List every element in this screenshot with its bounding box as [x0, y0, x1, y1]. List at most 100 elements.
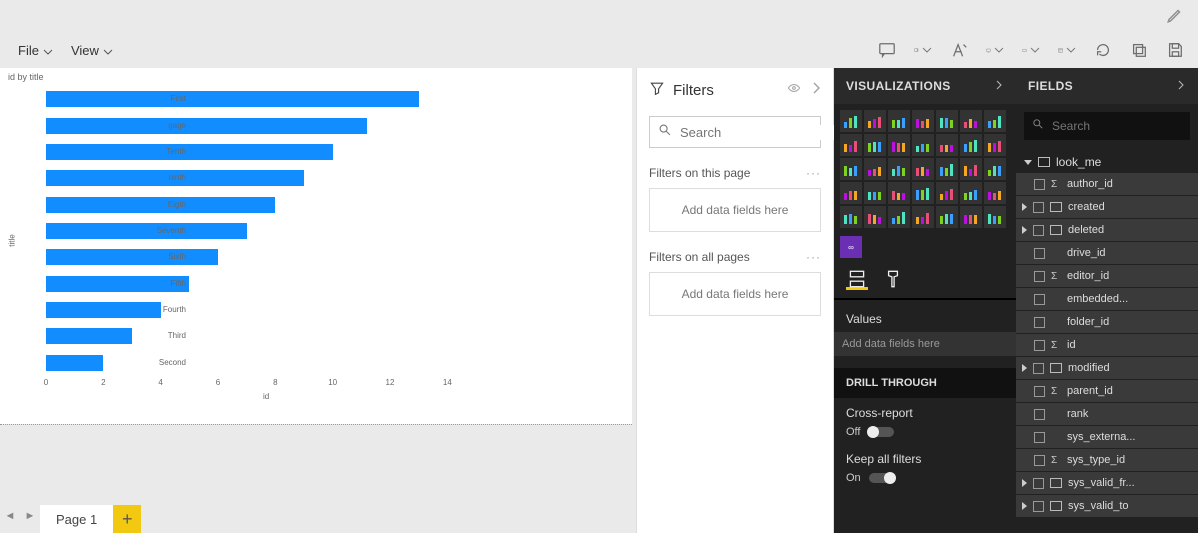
- viz-type-icon[interactable]: [960, 158, 982, 180]
- viz-type-icon[interactable]: [936, 134, 958, 156]
- viz-type-icon[interactable]: [960, 110, 982, 132]
- page-next[interactable]: ►: [20, 499, 40, 533]
- field-item[interactable]: folder_id: [1016, 311, 1198, 333]
- viz-type-icon[interactable]: [984, 182, 1006, 204]
- checkbox[interactable]: [1034, 386, 1045, 397]
- field-item[interactable]: embedded...: [1016, 288, 1198, 310]
- checkbox[interactable]: [1034, 317, 1045, 328]
- field-item[interactable]: Σsys_type_id: [1016, 449, 1198, 471]
- viz-type-icon[interactable]: [984, 158, 1006, 180]
- edit-icon[interactable]: [1166, 6, 1184, 24]
- viz-type-icon[interactable]: [936, 182, 958, 204]
- viz-type-icon[interactable]: [888, 134, 910, 156]
- field-item[interactable]: Σauthor_id: [1016, 173, 1198, 195]
- field-item[interactable]: created: [1016, 196, 1198, 218]
- viz-type-icon[interactable]: [840, 134, 862, 156]
- fields-header[interactable]: FIELDS: [1016, 68, 1198, 104]
- table-node[interactable]: look_me: [1024, 152, 1190, 172]
- fields-search[interactable]: [1024, 112, 1190, 140]
- menu-view[interactable]: View: [65, 39, 119, 62]
- viz-type-icon[interactable]: [960, 134, 982, 156]
- view-icon[interactable]: [986, 41, 1004, 59]
- viz-type-icon[interactable]: [864, 134, 886, 156]
- viz-type-icon[interactable]: [984, 206, 1006, 228]
- checkbox[interactable]: [1034, 271, 1045, 282]
- field-item[interactable]: Σparent_id: [1016, 380, 1198, 402]
- bar[interactable]: [46, 249, 218, 265]
- checkbox[interactable]: [1034, 248, 1045, 259]
- cross-report-toggle[interactable]: [868, 427, 894, 437]
- checkbox[interactable]: [1034, 179, 1045, 190]
- viz-python-icon[interactable]: ∞: [840, 236, 862, 258]
- field-item[interactable]: Σid: [1016, 334, 1198, 356]
- more-icon[interactable]: ···: [806, 166, 821, 180]
- checkbox[interactable]: [1033, 225, 1044, 236]
- viz-type-icon[interactable]: [840, 158, 862, 180]
- viz-type-icon[interactable]: [912, 206, 934, 228]
- viz-type-icon[interactable]: [864, 158, 886, 180]
- bookmark-icon[interactable]: [914, 41, 932, 59]
- field-item[interactable]: sys_valid_fr...: [1016, 472, 1198, 494]
- save-icon[interactable]: [1166, 41, 1184, 59]
- viz-type-icon[interactable]: [912, 134, 934, 156]
- bar[interactable]: [46, 355, 103, 371]
- bar-chart[interactable]: id title FirstgageTenthninthEigthSeventh…: [8, 86, 618, 401]
- field-item[interactable]: sys_valid_to: [1016, 495, 1198, 517]
- checkbox[interactable]: [1033, 478, 1044, 489]
- button-icon[interactable]: [1022, 41, 1040, 59]
- duplicate-icon[interactable]: [1130, 41, 1148, 59]
- fields-tab[interactable]: [846, 268, 868, 290]
- field-item[interactable]: modified: [1016, 357, 1198, 379]
- fields-search-input[interactable]: [1052, 119, 1198, 133]
- bar[interactable]: [46, 223, 247, 239]
- viz-type-icon[interactable]: [936, 110, 958, 132]
- text-icon[interactable]: [950, 41, 968, 59]
- viz-type-icon[interactable]: [912, 182, 934, 204]
- viz-type-icon[interactable]: [984, 134, 1006, 156]
- checkbox[interactable]: [1034, 340, 1045, 351]
- add-page-button[interactable]: +: [113, 505, 141, 533]
- field-item[interactable]: Σeditor_id: [1016, 265, 1198, 287]
- checkbox[interactable]: [1034, 455, 1045, 466]
- bar[interactable]: [46, 91, 419, 107]
- field-item[interactable]: drive_id: [1016, 242, 1198, 264]
- viz-type-icon[interactable]: [888, 206, 910, 228]
- checkbox[interactable]: [1034, 409, 1045, 420]
- viz-type-icon[interactable]: [864, 206, 886, 228]
- field-item[interactable]: deleted: [1016, 219, 1198, 241]
- checkbox[interactable]: [1034, 432, 1045, 443]
- viz-type-icon[interactable]: [936, 158, 958, 180]
- refresh-icon[interactable]: [1094, 41, 1112, 59]
- viz-type-icon[interactable]: [936, 206, 958, 228]
- viz-type-icon[interactable]: [840, 182, 862, 204]
- comment-icon[interactable]: [878, 41, 896, 59]
- filters-on-all-drop[interactable]: Add data fields here: [649, 272, 821, 316]
- report-canvas[interactable]: id by title id title FirstgageTenthninth…: [0, 68, 632, 424]
- viz-type-icon[interactable]: [840, 206, 862, 228]
- eye-icon[interactable]: [787, 81, 801, 99]
- viz-type-icon[interactable]: [984, 110, 1006, 132]
- filters-search-input[interactable]: [680, 125, 856, 140]
- checkbox[interactable]: [1034, 294, 1045, 305]
- values-well-drop[interactable]: Add data fields here: [834, 332, 1016, 356]
- filters-search[interactable]: [649, 116, 821, 148]
- bar[interactable]: [46, 302, 161, 318]
- filters-on-page-drop[interactable]: Add data fields here: [649, 188, 821, 232]
- field-item[interactable]: sys_externa...: [1016, 426, 1198, 448]
- checkbox[interactable]: [1033, 363, 1044, 374]
- viz-type-icon[interactable]: [912, 158, 934, 180]
- more-icon[interactable]: ···: [806, 250, 821, 264]
- page-prev[interactable]: ◄: [0, 499, 20, 533]
- viz-type-icon[interactable]: [960, 182, 982, 204]
- layout-icon[interactable]: [1058, 41, 1076, 59]
- visualizations-header[interactable]: VISUALIZATIONS: [834, 68, 1016, 104]
- viz-type-icon[interactable]: [888, 182, 910, 204]
- viz-type-icon[interactable]: [912, 110, 934, 132]
- bar[interactable]: [46, 118, 367, 134]
- keep-filters-toggle[interactable]: [869, 473, 895, 483]
- menu-file[interactable]: File: [12, 39, 59, 62]
- bar[interactable]: [46, 144, 333, 160]
- format-tab[interactable]: [882, 268, 904, 290]
- bar[interactable]: [46, 328, 132, 344]
- checkbox[interactable]: [1033, 202, 1044, 213]
